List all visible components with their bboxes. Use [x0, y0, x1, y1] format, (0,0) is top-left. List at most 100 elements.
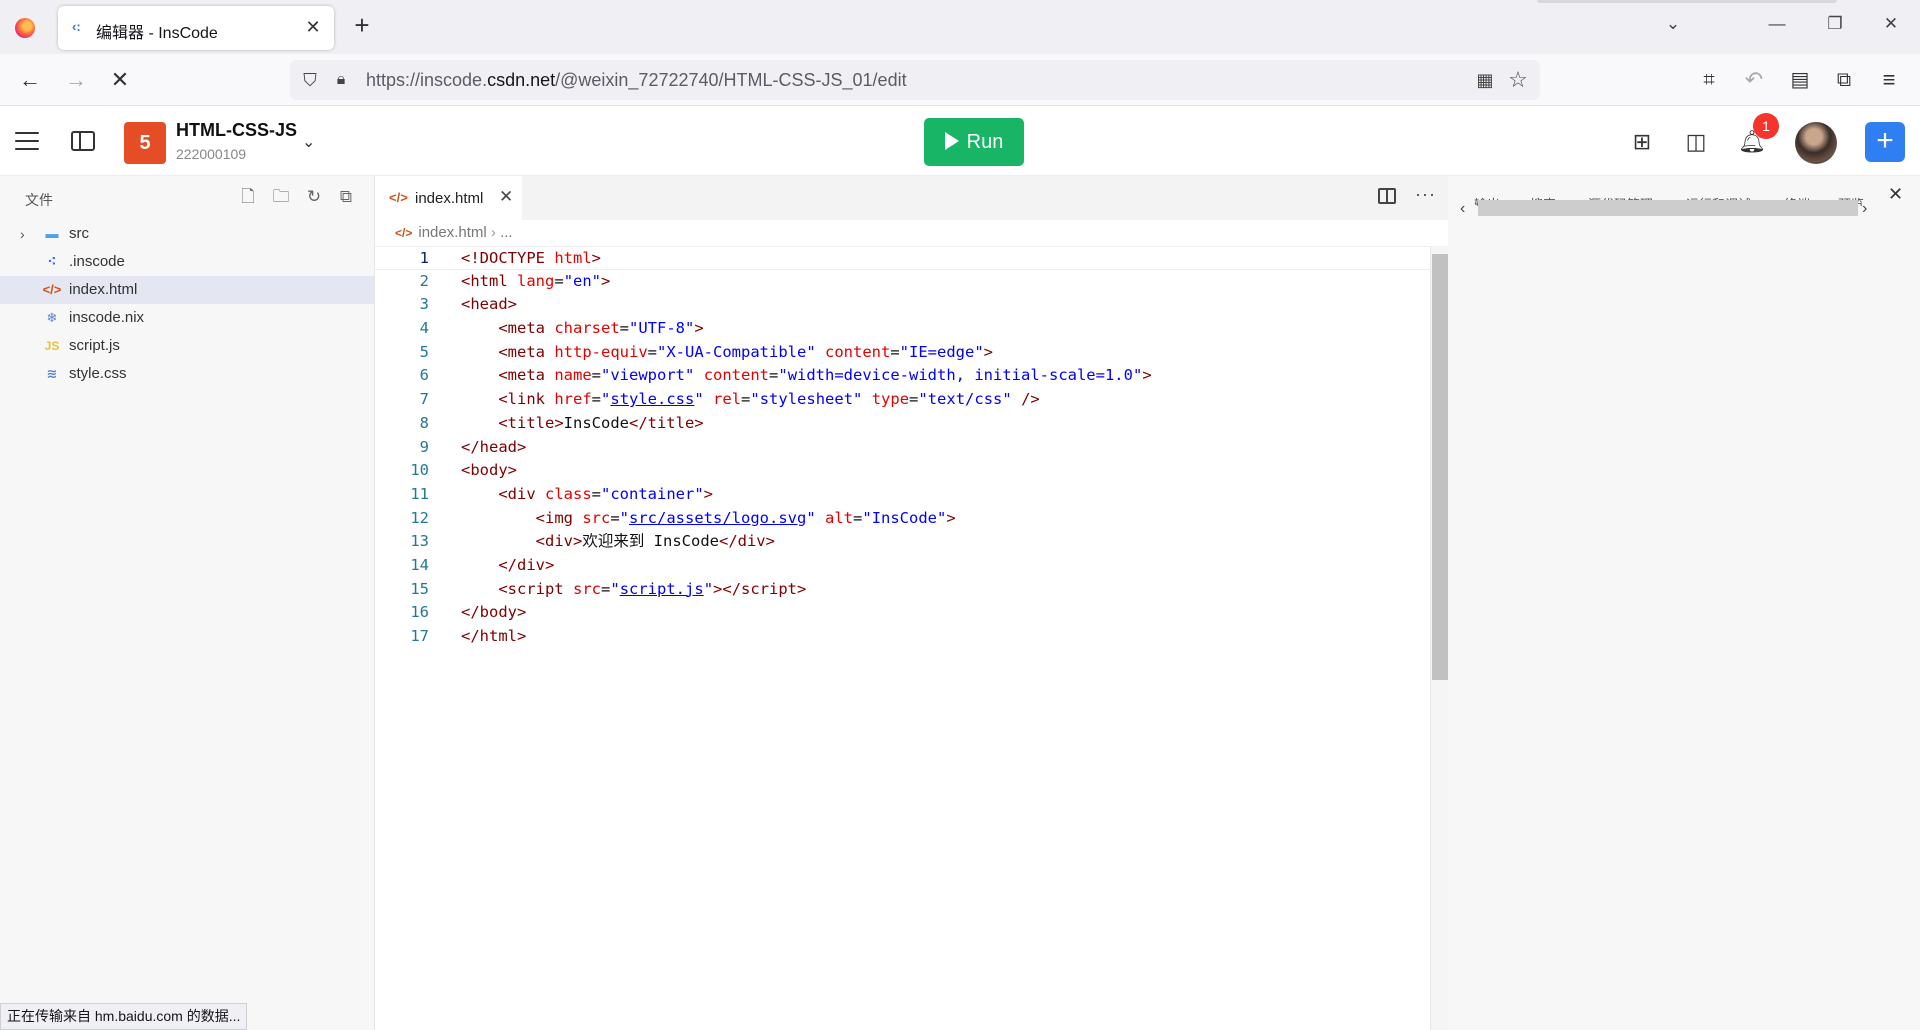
new-folder-icon[interactable]: 🗀︎ [270, 186, 292, 208]
project-id: 222000109 [176, 146, 247, 162]
lock-icon[interactable]: 🔒︎ [332, 69, 350, 91]
scrollbar-thumb[interactable] [1432, 254, 1448, 680]
browser-tabstrip: ‹: 编辑器 - InsCode ✕ + ⌄ — ❐ ✕ [0, 0, 1920, 54]
tree-item-label: style.css [69, 365, 127, 382]
refresh-icon[interactable]: ↻ [303, 186, 325, 208]
close-editor-tab-icon[interactable]: ✕ [499, 187, 513, 207]
breadcrumb-file[interactable]: index.html [418, 224, 486, 241]
folder-icon: ▬ [45, 226, 59, 241]
bookmark-edge [1537, 0, 1837, 3]
code-text: </div> [498, 555, 555, 574]
tree-item-inscode[interactable]: ⁖ .inscode [0, 248, 375, 276]
code-line: 16 </body> [375, 601, 1430, 625]
chevron-right-icon[interactable]: › [20, 226, 25, 242]
minimize-window-icon[interactable]: — [1762, 14, 1792, 40]
new-tab-button[interactable]: + [348, 12, 376, 40]
code-line: 8 <title>InsCode</title> [375, 412, 1430, 436]
js-file-icon: JS [44, 339, 60, 353]
forward-icon[interactable]: → [62, 66, 90, 94]
code-text: <img src="src/assets/logo.svg" alt="InsC… [535, 508, 956, 527]
apps-grid-icon[interactable]: ⊞ [1628, 128, 1656, 156]
run-button[interactable]: Run [924, 118, 1024, 166]
tree-item-label: index.html [69, 281, 138, 298]
browser-tab-title: 编辑器 - InsCode [96, 25, 218, 42]
close-tab-icon[interactable]: ✕ [302, 16, 324, 38]
line-number: 13 [410, 532, 429, 551]
main-menu-icon[interactable] [15, 132, 39, 152]
url-text[interactable]: https://inscode.csdn.net/@weixin_7272274… [366, 70, 907, 91]
code-line: 14 </div> [375, 554, 1430, 578]
bookmark-star-icon[interactable]: ☆ [1506, 68, 1530, 92]
line-number: 5 [419, 342, 429, 361]
code-text: <head> [461, 295, 517, 314]
back-icon[interactable]: ← [16, 66, 44, 94]
scroll-right-icon[interactable]: › [1862, 200, 1867, 218]
project-name[interactable]: HTML-CSS-JS [176, 120, 297, 141]
code-text: <!DOCTYPE html> [461, 249, 602, 267]
line-number: 6 [419, 366, 429, 385]
user-avatar[interactable] [1795, 122, 1837, 164]
screenshot-crop-icon[interactable]: ⌗ [1695, 66, 1723, 94]
undo-icon[interactable]: ↶ [1740, 66, 1768, 94]
file-tree: › ▬ src ⁖ .inscode </> index.html ❄ insc… [0, 220, 375, 388]
code-line: 7 <link href="style.css" rel="stylesheet… [375, 388, 1430, 412]
code-text: <title>InsCode</title> [498, 413, 704, 432]
code-line: 2 <html lang="en"> [375, 270, 1430, 294]
breadcrumb-more[interactable]: ... [500, 224, 513, 241]
extensions-icon[interactable]: ⧉ [1830, 66, 1858, 94]
list-all-tabs-icon[interactable]: ⌄ [1658, 14, 1688, 40]
collapse-all-icon[interactable]: ⧉ [335, 186, 357, 208]
browser-tab-active[interactable]: ‹: 编辑器 - InsCode ✕ [58, 6, 334, 50]
editor-vertical-scrollbar[interactable] [1430, 246, 1448, 1030]
editor-tab-index-html[interactable]: </> index.html ✕ [375, 176, 522, 220]
more-actions-icon[interactable]: ··· [1415, 184, 1436, 205]
qr-code-icon[interactable]: ▦ [1474, 69, 1496, 91]
inscode-config-icon: ⁖ [47, 254, 57, 269]
line-number: 15 [410, 579, 429, 598]
code-line: 9 </head> [375, 436, 1430, 460]
create-new-button[interactable]: + [1865, 122, 1905, 162]
split-editor-icon[interactable] [1378, 188, 1396, 204]
url-bar[interactable]: ⛉ 🔒︎ https://inscode.csdn.net/@weixin_72… [290, 60, 1540, 100]
project-dropdown-chevron-icon[interactable]: ⌄ [302, 132, 315, 152]
scroll-left-icon[interactable]: ‹ [1460, 200, 1465, 218]
code-line: 13 <div>欢迎来到 InsCode</div> [375, 530, 1430, 554]
new-file-icon[interactable]: 🗋︎ [237, 186, 259, 208]
tree-item-inscode-nix[interactable]: ❄ inscode.nix [0, 304, 375, 332]
tree-item-style-css[interactable]: ≋ style.css [0, 360, 375, 388]
line-number: 4 [419, 319, 429, 338]
line-number: 9 [419, 437, 429, 456]
toggle-sidebar-icon[interactable] [71, 131, 95, 151]
tracking-protection-icon[interactable]: ⛉ [300, 69, 320, 91]
code-text: <div class="container"> [498, 484, 714, 503]
app-header: 5 HTML-CSS-JS 222000109 ⌄ Run ⊞ ◫ 🔔︎ [0, 106, 1920, 176]
tree-item-index-html[interactable]: </> index.html [0, 276, 375, 304]
code-line: 4 <meta charset="UTF-8"> [375, 317, 1430, 341]
close-window-icon[interactable]: ✕ [1876, 14, 1906, 40]
firefox-logo-icon[interactable] [15, 18, 35, 38]
code-line: 11 <div class="container"> [375, 483, 1430, 507]
restore-window-icon[interactable]: ❐ [1820, 14, 1850, 40]
line-number: 14 [410, 555, 429, 574]
browser-navbar: ← → ✕ ⛉ 🔒︎ https://inscode.csdn.net/@wei… [0, 54, 1920, 106]
panel-tabs-scrollbar[interactable] [1478, 200, 1858, 216]
line-number: 17 [410, 627, 429, 645]
editor-tab-label: index.html [415, 190, 484, 207]
tree-item-src[interactable]: › ▬ src [0, 220, 375, 248]
nix-file-icon: ❄ [46, 310, 58, 325]
reader-document-icon[interactable]: ▤ [1786, 66, 1814, 94]
line-number: 12 [410, 508, 429, 527]
code-text: <meta http-equiv="X-UA-Compatible" conte… [498, 342, 994, 361]
html-file-icon: </> [395, 226, 413, 240]
stop-loading-icon[interactable]: ✕ [106, 66, 134, 94]
code-line: 15 <script src="script.js"></script> [375, 578, 1430, 602]
line-number: 2 [419, 271, 429, 290]
code-area[interactable]: 1 <!DOCTYPE html> 2 <html lang="en"> 3 <hea… [375, 246, 1430, 649]
code-line: 10 <body> [375, 459, 1430, 483]
close-panel-icon[interactable]: ✕ [1888, 184, 1903, 205]
tree-item-script-js[interactable]: JS script.js [0, 332, 375, 360]
line-number: 11 [410, 484, 429, 503]
layout-panel-icon[interactable]: ◫ [1682, 128, 1710, 156]
notification-badge: 1 [1753, 113, 1779, 139]
app-menu-icon[interactable]: ≡ [1875, 66, 1903, 94]
